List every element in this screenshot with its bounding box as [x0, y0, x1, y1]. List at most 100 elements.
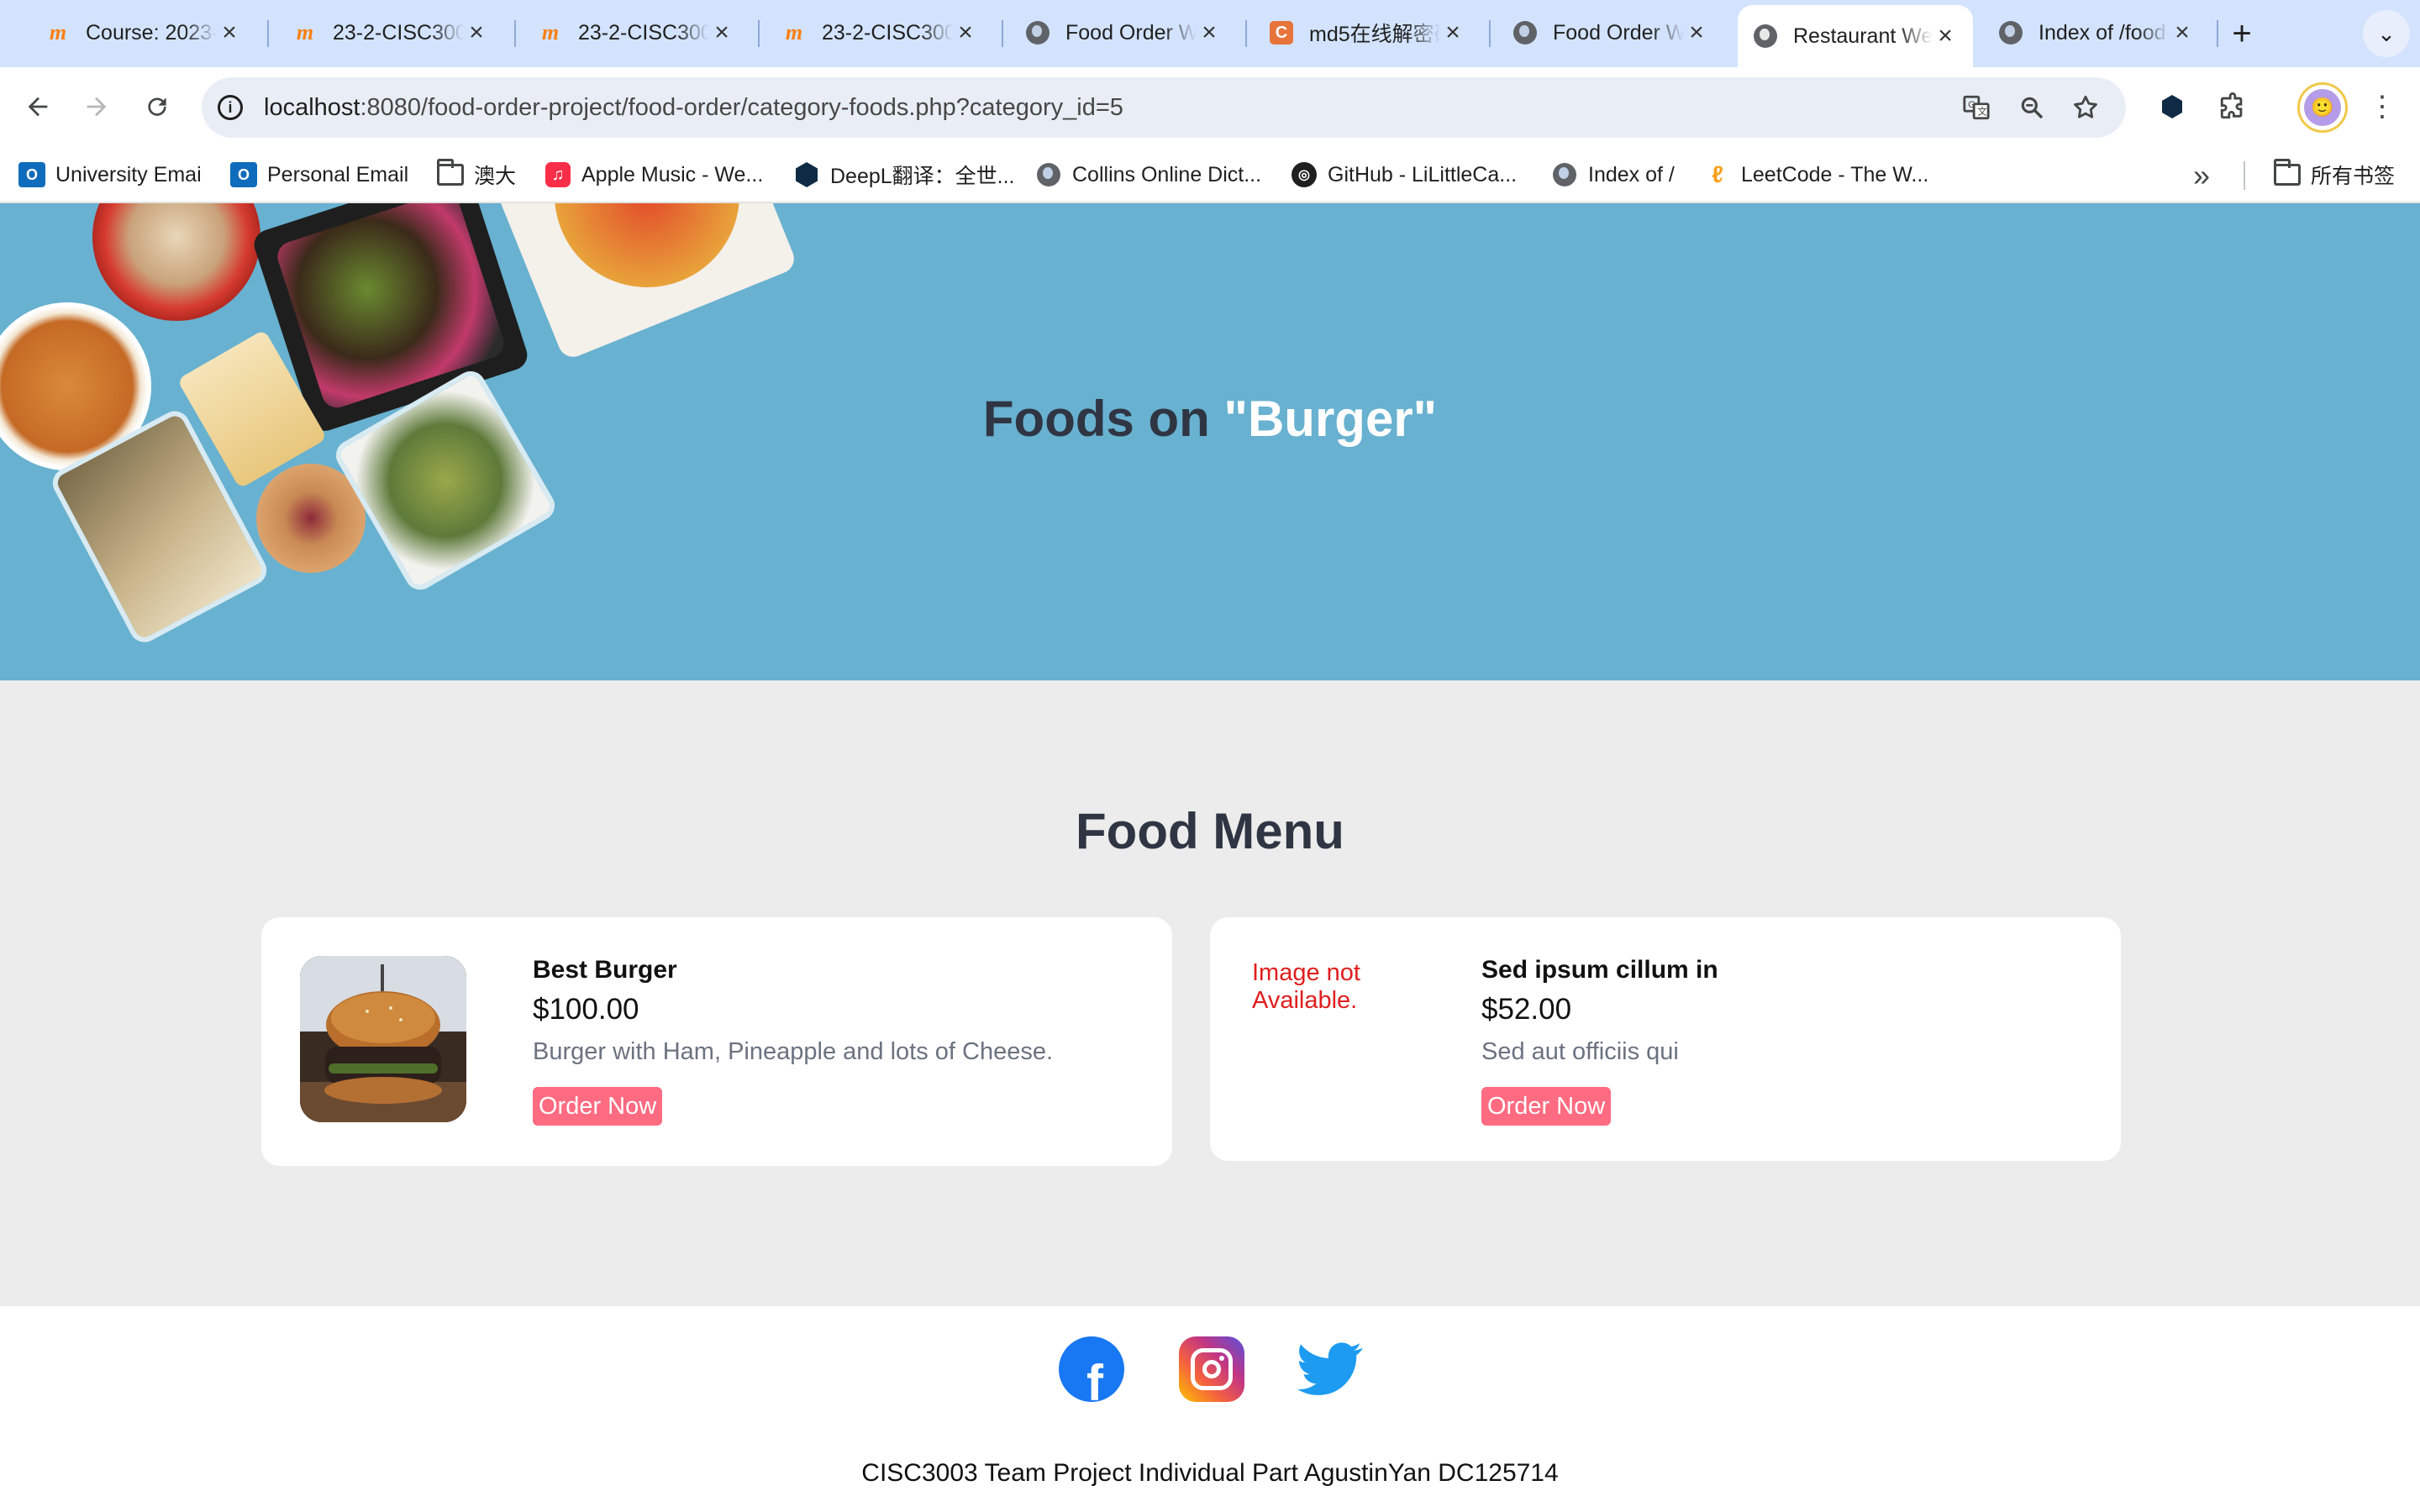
tab-cisc-3[interactable]: m 23-2-CISC3003 ×: [766, 8, 993, 57]
bookmark-label: University Emai: [55, 162, 202, 186]
back-arrow-icon: [28, 97, 48, 117]
food-image: [300, 956, 466, 1122]
globe-icon: [1025, 20, 1050, 45]
tab-separator: [514, 20, 516, 47]
tab-title: 23-2-CISC3003: [333, 20, 464, 45]
address-bar[interactable]: i localhost:8080/food-order-project/food…: [202, 77, 2126, 138]
bookmark-github[interactable]: ◎ GitHub - LiLittleCa...: [1291, 156, 1517, 193]
bookmark-label: Collins Online Dict...: [1072, 162, 1262, 186]
tab-title: 23-2-CISC3003: [822, 20, 953, 45]
tab-food-order-1[interactable]: Food Order Website ×: [1010, 8, 1237, 57]
food-card: Best Burger $100.00 Burger with Ham, Pin…: [261, 917, 1172, 1166]
tab-index-of[interactable]: Index of /food-order ×: [1983, 8, 2210, 57]
close-icon[interactable]: ×: [1440, 18, 1465, 47]
profile-avatar[interactable]: 🙂: [2304, 89, 2341, 126]
moodle-icon: m: [296, 20, 314, 45]
tab-separator: [267, 20, 269, 47]
leetcode-icon: ℓ: [1712, 161, 1723, 187]
close-icon[interactable]: ×: [1197, 18, 1222, 47]
twitter-icon[interactable]: [1297, 1336, 1363, 1402]
reload-button[interactable]: [136, 86, 178, 128]
tab-md5[interactable]: C md5在线解密破解 ×: [1254, 8, 1481, 57]
moodle-icon: m: [49, 20, 67, 45]
bookmark-apple-music[interactable]: ♫ Apple Music - We...: [544, 156, 763, 193]
close-icon[interactable]: ×: [464, 18, 489, 47]
bookmark-label: Apple Music - We...: [581, 162, 764, 186]
extensions-puzzle-icon[interactable]: [2212, 86, 2254, 128]
tab-title: Index of /food-order: [2039, 20, 2170, 45]
tab-separator: [758, 20, 760, 47]
site-info-button[interactable]: i: [213, 91, 247, 124]
food-price: $52.00: [1481, 993, 1572, 1026]
info-icon: i: [218, 95, 243, 120]
bookmark-all-bookmarks[interactable]: 所有书签: [2274, 156, 2395, 193]
section-title: Food Menu: [1076, 803, 1344, 859]
svg-text:G: G: [1968, 100, 1975, 110]
back-button[interactable]: [17, 86, 59, 128]
footer: f CISC3003 Team Project Individual Part …: [0, 1306, 2420, 1512]
bookmark-index-of[interactable]: Index of /: [1551, 156, 1675, 193]
bookmarks-separator: [2244, 161, 2245, 190]
tab-course[interactable]: m Course: 2023-2-CISC3003 ×: [30, 8, 257, 57]
tab-title: Restaurant Website: [1793, 24, 1933, 48]
food-price: $100.00: [533, 993, 639, 1026]
bookmark-collins[interactable]: Collins Online Dict...: [1035, 156, 1261, 193]
outlook-icon: O: [18, 161, 45, 188]
new-tab-button[interactable]: +: [2218, 10, 2265, 57]
bookmark-label: LeetCode - The W...: [1741, 162, 1929, 186]
bookmark-personal-email[interactable]: O Personal Email: [230, 156, 408, 193]
browser-tab-strip: m Course: 2023-2-CISC3003 × m 23-2-CISC3…: [0, 0, 2420, 67]
tab-title: Course: 2023-2-CISC3003: [86, 20, 217, 45]
url-text[interactable]: localhost:8080/food-order-project/food-o…: [264, 94, 1123, 122]
tab-cisc-2[interactable]: m 23-2-CISC3003 ×: [523, 8, 750, 57]
bookmark-star-icon[interactable]: [2067, 89, 2104, 126]
footer-credit: CISC3003 Team Project Individual Part Ag…: [861, 1459, 1559, 1487]
tab-title: Food Order Website: [1553, 20, 1684, 45]
order-now-button[interactable]: Order Now: [1481, 1087, 1612, 1126]
tab-cisc-1[interactable]: m 23-2-CISC3003 ×: [277, 8, 504, 57]
more-bookmarks-icon[interactable]: »: [2193, 158, 2210, 193]
forward-button[interactable]: [76, 86, 118, 128]
tab-title: md5在线解密破解: [1309, 23, 1440, 46]
svg-text:文: 文: [1977, 106, 1986, 118]
facebook-icon[interactable]: f: [1059, 1336, 1124, 1402]
bookmark-label: Personal Email: [267, 162, 409, 186]
folder-icon: [2274, 159, 2301, 188]
bookmark-folder-umac[interactable]: 澳大: [437, 156, 516, 193]
zoom-icon[interactable]: [2013, 89, 2050, 126]
close-icon[interactable]: ×: [2170, 18, 2195, 47]
tab-separator: [1489, 20, 1491, 47]
close-icon[interactable]: ×: [953, 18, 978, 47]
reload-icon: [148, 97, 166, 116]
menu-kebab-icon[interactable]: ⋮: [2361, 86, 2403, 128]
close-icon[interactable]: ×: [1684, 18, 1709, 47]
bookmark-leetcode[interactable]: ℓ LeetCode - The W...: [1704, 156, 1928, 193]
globe-icon: [1035, 161, 1062, 188]
deepl-icon: [793, 161, 820, 188]
tab-food-order-2[interactable]: Food Order Website ×: [1497, 8, 1724, 57]
globe-icon: [1551, 161, 1578, 188]
burger-photo: [300, 956, 466, 1122]
title-prefix: Foods on: [982, 391, 1224, 447]
food-name: Best Burger: [533, 956, 677, 984]
image-not-available-message: Image not Available.: [1252, 959, 1360, 1015]
close-icon[interactable]: ×: [709, 18, 734, 47]
tab-restaurant-website[interactable]: Restaurant Website ×: [1738, 5, 1973, 67]
food-description: Sed aut officiis qui: [1481, 1038, 1679, 1065]
food-name: Sed ipsum cillum in: [1481, 956, 1718, 984]
browser-toolbar: i localhost:8080/food-order-project/food…: [0, 67, 2420, 146]
translate-icon[interactable]: G文: [1958, 89, 1995, 126]
close-icon[interactable]: ×: [217, 18, 242, 47]
hero-banner: Foods on "Burger": [0, 203, 2420, 680]
globe-icon: [1753, 24, 1778, 49]
close-icon[interactable]: ×: [1933, 22, 1958, 50]
tab-search-button[interactable]: ⌄: [2363, 10, 2410, 57]
extension-deepl-icon[interactable]: [2151, 86, 2193, 128]
order-now-button[interactable]: Order Now: [533, 1087, 663, 1126]
github-icon: ◎: [1291, 161, 1318, 188]
bookmark-university-email[interactable]: O University Emai: [18, 156, 202, 193]
tab-title: 23-2-CISC3003: [578, 20, 709, 45]
instagram-icon[interactable]: [1179, 1336, 1244, 1402]
bookmark-deepl[interactable]: DeepL翻译：全世...: [793, 156, 1015, 193]
bookmark-label: 澳大: [474, 165, 517, 188]
